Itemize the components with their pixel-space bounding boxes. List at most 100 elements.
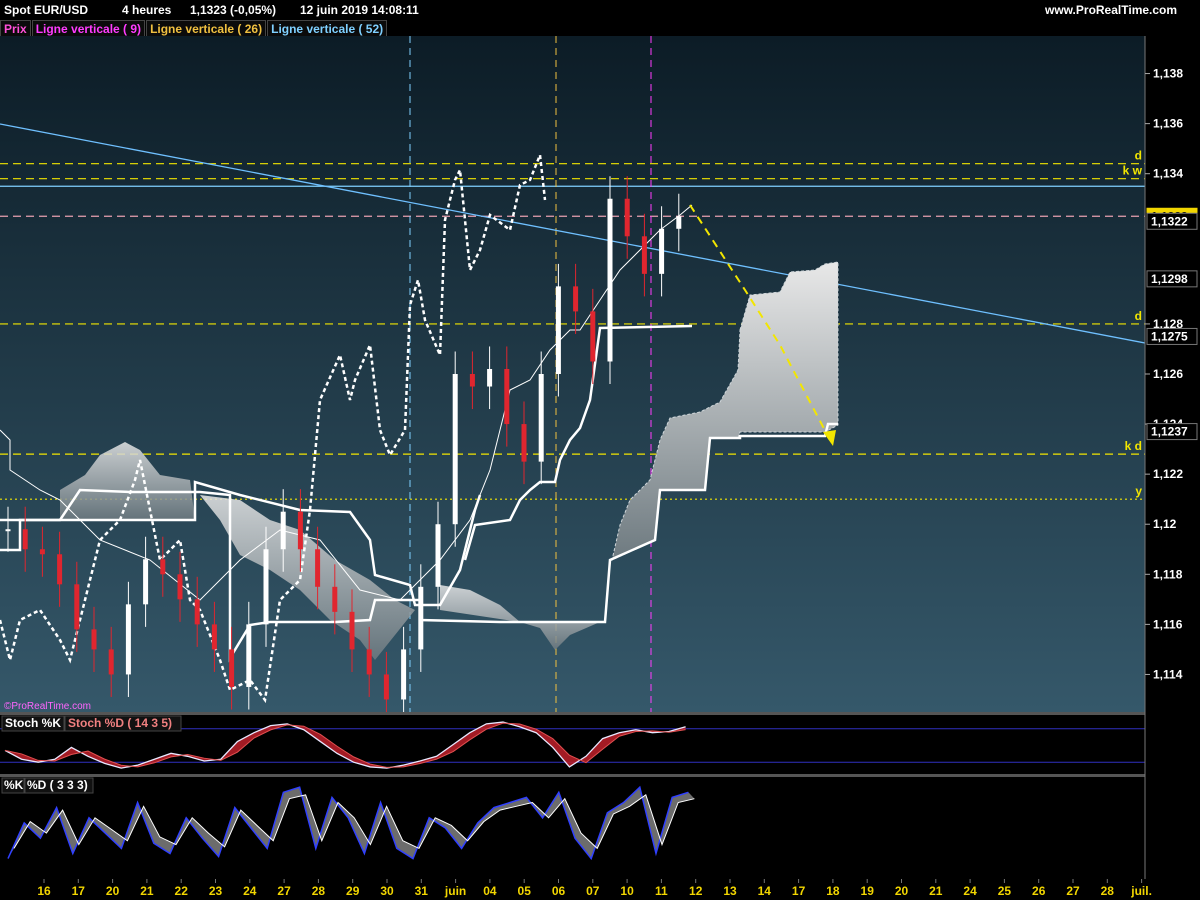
panel-separator-2	[0, 774, 1145, 777]
price-tag: 1,1237	[1151, 425, 1188, 439]
date-label: 30	[380, 884, 394, 898]
date-label: 20	[895, 884, 909, 898]
candle-body	[349, 611, 355, 650]
level-label: d	[1135, 149, 1142, 163]
candle-body	[676, 216, 682, 229]
watermark: ©ProRealTime.com	[4, 701, 91, 712]
candle-body	[143, 559, 149, 605]
date-label: 24	[243, 884, 257, 898]
candle-body	[263, 549, 269, 625]
date-label: 17	[792, 884, 806, 898]
date-label: 19	[861, 884, 875, 898]
chart-canvas[interactable]: dk wdk dy 78,89573,318 8060402069,41153,…	[0, 0, 1200, 900]
price-tick-label: 1,138	[1153, 67, 1183, 81]
right-axis-bg	[1145, 36, 1200, 879]
candle-body	[383, 674, 389, 700]
stoch2-k-label: %K	[4, 778, 24, 792]
date-label: juin	[444, 884, 466, 898]
candle-body	[57, 554, 63, 585]
price-tick-label: 1,126	[1153, 367, 1183, 381]
level-label: y	[1135, 484, 1142, 498]
price-tick-label: 1,134	[1153, 167, 1183, 181]
date-label: juil.	[1130, 884, 1152, 898]
candle-body	[555, 286, 561, 374]
date-label: 25	[998, 884, 1012, 898]
date-label: 07	[586, 884, 600, 898]
price-tag: 1,1298	[1151, 272, 1188, 286]
price-tick-label: 1,12	[1153, 517, 1177, 531]
candle-body	[39, 549, 45, 555]
candle-body	[469, 374, 475, 387]
candle-body	[91, 629, 97, 650]
date-label: 14	[758, 884, 772, 898]
price-tick-label: 1,118	[1153, 567, 1183, 581]
date-label: 05	[518, 884, 532, 898]
candle-body	[297, 511, 303, 550]
candle-body	[229, 649, 235, 687]
candle-body	[538, 374, 544, 462]
price-tag: 1,1275	[1151, 329, 1188, 343]
date-label: 20	[106, 884, 120, 898]
candle-body	[74, 584, 80, 630]
candle-body	[366, 649, 372, 675]
date-label: 16	[37, 884, 51, 898]
candle-body	[521, 424, 527, 462]
candle-body	[607, 198, 613, 362]
stoch2-d-label: %D ( 3 3 3)	[27, 778, 88, 792]
candle-body	[590, 311, 596, 362]
date-label: 29	[346, 884, 360, 898]
date-label: 12	[689, 884, 703, 898]
candle-body	[160, 559, 166, 575]
candle-body	[401, 649, 407, 700]
stoch1-k-label: Stoch %K	[5, 716, 61, 730]
candle-body	[624, 198, 630, 237]
stoch1-d-label: Stoch %D ( 14 3 5)	[68, 716, 172, 730]
date-label: 13	[723, 884, 737, 898]
date-label: 27	[277, 884, 291, 898]
level-label: k w	[1123, 164, 1143, 178]
candle-body	[125, 604, 131, 675]
date-label: 22	[175, 884, 189, 898]
candle-body	[504, 368, 510, 425]
date-label: 10	[620, 884, 634, 898]
candle-body	[418, 586, 424, 650]
date-label: 31	[415, 884, 429, 898]
price-tick-label: 1,136	[1153, 117, 1183, 131]
date-label: 26	[1032, 884, 1046, 898]
candle-body	[452, 374, 458, 525]
date-label: 17	[72, 884, 86, 898]
price-tick-label: 1,122	[1153, 467, 1183, 481]
date-label: 23	[209, 884, 223, 898]
candle-body	[22, 529, 28, 550]
candle-body	[177, 574, 183, 600]
candle-body	[108, 649, 114, 675]
price-tag: 1,1322	[1151, 214, 1188, 228]
candle-body	[435, 524, 441, 587]
date-label: 28	[1101, 884, 1115, 898]
candle-body	[211, 624, 217, 650]
candle-body	[573, 286, 579, 312]
date-label: 24	[963, 884, 977, 898]
candle-body	[332, 586, 338, 612]
stoch1-label-group: Stoch %K Stoch %D ( 14 3 5)	[1, 715, 182, 732]
date-label: 18	[826, 884, 840, 898]
price-tick-label: 1,114	[1153, 667, 1183, 681]
stoch2-label-group: %K %D ( 3 3 3)	[1, 777, 94, 794]
price-panel-bg	[0, 36, 1145, 712]
date-label: 11	[655, 884, 668, 898]
candle-body	[641, 236, 647, 274]
date-label: 27	[1066, 884, 1080, 898]
panel-separator-1	[0, 712, 1145, 715]
candle-body	[487, 368, 493, 387]
candle-body	[194, 599, 200, 625]
date-label: 06	[552, 884, 566, 898]
candle-body	[280, 511, 286, 550]
candle-body	[659, 228, 665, 274]
candle-body	[5, 529, 11, 532]
level-label: d	[1135, 309, 1142, 323]
date-label: 21	[929, 884, 943, 898]
date-label: 04	[483, 884, 497, 898]
price-tick-label: 1,116	[1153, 617, 1183, 631]
candle-body	[315, 549, 321, 587]
date-label: 28	[312, 884, 326, 898]
